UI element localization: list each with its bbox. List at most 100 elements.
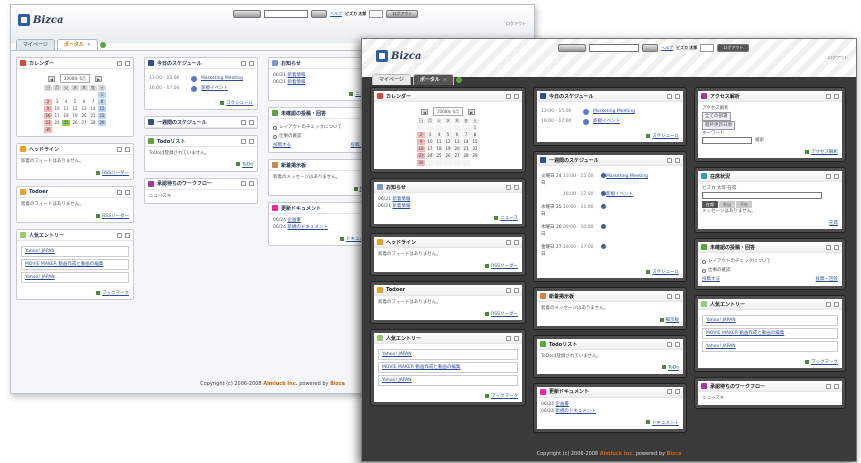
calendar-day[interactable]: 23 bbox=[417, 153, 425, 159]
maximize-icon[interactable] bbox=[675, 293, 680, 299]
doc-link[interactable]: 新規のドキュメント bbox=[555, 409, 596, 414]
maximize-icon[interactable] bbox=[514, 93, 519, 99]
calendar-day[interactable]: 13 bbox=[80, 106, 88, 112]
maximize-icon[interactable] bbox=[675, 157, 680, 163]
user-select[interactable] bbox=[369, 9, 384, 18]
calendar-day[interactable]: 24 bbox=[426, 153, 434, 159]
department-select[interactable]: 全ての部署 bbox=[702, 112, 731, 121]
calendar-day[interactable]: 18 bbox=[435, 146, 443, 152]
survey-option[interactable]: 仕事の確認 bbox=[273, 133, 373, 140]
calendar-day[interactable]: 3 bbox=[426, 132, 434, 138]
bookmark-link[interactable]: ブックマーク bbox=[811, 360, 838, 365]
prev-month-button[interactable]: ◀ bbox=[48, 75, 55, 82]
search-button[interactable] bbox=[642, 43, 658, 52]
popular-item[interactable]: Yahoo! JAPAN bbox=[378, 349, 518, 360]
minimize-icon[interactable] bbox=[826, 244, 831, 250]
calendar-day[interactable]: 21 bbox=[89, 113, 97, 119]
calendar-day[interactable]: 1 bbox=[471, 125, 479, 131]
add-tab-icon[interactable] bbox=[456, 77, 463, 83]
search-input[interactable] bbox=[589, 43, 639, 52]
maximize-icon[interactable] bbox=[249, 138, 254, 144]
admin-button[interactable] bbox=[233, 9, 261, 18]
todo-link[interactable]: ToDo bbox=[242, 163, 253, 168]
survey-option[interactable]: 仕事の確認 bbox=[702, 267, 838, 274]
logout-text[interactable]: ログアウト bbox=[828, 55, 848, 61]
maximize-icon[interactable] bbox=[514, 335, 519, 341]
calendar-day[interactable]: 27 bbox=[453, 153, 461, 159]
popular-item[interactable]: Yahoo! JAPAN bbox=[21, 272, 129, 283]
minimize-icon[interactable] bbox=[117, 146, 122, 152]
minimize-icon[interactable] bbox=[506, 239, 511, 245]
maximize-icon[interactable] bbox=[125, 146, 130, 152]
calendar-day[interactable]: 28 bbox=[462, 153, 470, 159]
minimize-icon[interactable] bbox=[241, 119, 246, 125]
calendar-day[interactable]: 29 bbox=[471, 153, 479, 159]
popular-item[interactable]: MOVIE MAKER 動画作成と動画の編集 bbox=[702, 328, 838, 339]
calendar-day[interactable]: 29 bbox=[98, 120, 106, 126]
minimize-icon[interactable] bbox=[506, 335, 511, 341]
tab-portal[interactable]: ポータル × bbox=[412, 74, 455, 85]
rss-reader-link[interactable]: RSSリーダー bbox=[102, 214, 129, 219]
maximize-icon[interactable] bbox=[514, 287, 519, 293]
add-tab-icon[interactable] bbox=[100, 42, 107, 48]
post-link[interactable]: 投稿する bbox=[702, 276, 720, 283]
calendar-day[interactable]: 14 bbox=[462, 139, 470, 145]
minimize-icon[interactable] bbox=[826, 301, 831, 307]
help-link[interactable]: ヘルプ bbox=[661, 45, 673, 51]
calendar-day[interactable]: 21 bbox=[462, 146, 470, 152]
survey-option[interactable]: レイアウトのチェックについて bbox=[702, 258, 838, 265]
search-button[interactable]: 検索 bbox=[755, 137, 764, 144]
close-icon[interactable]: × bbox=[443, 77, 447, 83]
calendar-day[interactable]: 16 bbox=[44, 113, 52, 119]
rss-reader-link[interactable]: RSSリーダー bbox=[102, 171, 129, 176]
tab-my-page[interactable]: マイページ bbox=[372, 74, 411, 85]
calendar-day[interactable]: 5 bbox=[444, 132, 452, 138]
calendar-day[interactable]: 11 bbox=[62, 106, 70, 112]
minimize-icon[interactable] bbox=[826, 93, 831, 99]
popular-item[interactable]: MOVIE MAKER 動画作成と動画の編集 bbox=[21, 259, 129, 270]
doc-link[interactable]: 企画書 bbox=[287, 218, 301, 223]
calendar-day[interactable]: 7 bbox=[89, 99, 97, 105]
calendar-day[interactable]: 10 bbox=[426, 139, 434, 145]
maximize-icon[interactable] bbox=[834, 173, 839, 179]
popular-item[interactable]: Yahoo! JAPAN bbox=[378, 375, 518, 386]
calendar-day[interactable]: 12 bbox=[444, 139, 452, 145]
event-link[interactable]: 新規イベント bbox=[201, 85, 228, 92]
next-month-button[interactable]: ▶ bbox=[468, 108, 475, 115]
calendar-day[interactable]: 25 bbox=[435, 153, 443, 159]
minimize-icon[interactable] bbox=[667, 293, 672, 299]
minimize-icon[interactable] bbox=[826, 383, 831, 389]
maximize-icon[interactable] bbox=[834, 301, 839, 307]
bookmark-link[interactable]: ブックマーク bbox=[102, 291, 129, 296]
minimize-icon[interactable] bbox=[667, 341, 672, 347]
maximize-icon[interactable] bbox=[675, 93, 680, 99]
calendar-day[interactable]: 24 bbox=[53, 120, 61, 126]
calendar-day[interactable]: 25 bbox=[62, 120, 70, 126]
rss-reader-link[interactable]: RSSリーダー bbox=[491, 312, 518, 317]
logout-button[interactable]: ログアウト bbox=[386, 9, 419, 18]
survey-option[interactable]: レイアウトのチェックについて bbox=[273, 124, 373, 131]
notice-link[interactable]: 新着情報 bbox=[392, 204, 410, 209]
maximize-icon[interactable] bbox=[249, 181, 254, 186]
calendar-day[interactable]: 1 bbox=[98, 92, 106, 98]
maximize-icon[interactable] bbox=[675, 341, 680, 347]
powered-brand[interactable]: Bizca bbox=[667, 451, 682, 457]
minimize-icon[interactable] bbox=[667, 93, 672, 99]
help-link[interactable]: ヘルプ bbox=[330, 11, 342, 17]
schedule-link[interactable]: スケジュール bbox=[652, 134, 679, 139]
calendar-day[interactable]: 8 bbox=[471, 132, 479, 138]
calendar-day[interactable]: 22 bbox=[98, 113, 106, 119]
presence-tab[interactable]: 外出 bbox=[719, 201, 735, 208]
popular-item[interactable]: Yahoo! JAPAN bbox=[702, 341, 838, 352]
calendar-day[interactable]: 4 bbox=[435, 132, 443, 138]
search-input[interactable] bbox=[264, 9, 308, 18]
calendar-day[interactable]: 27 bbox=[80, 120, 88, 126]
calendar-day[interactable]: 14 bbox=[89, 106, 97, 112]
minimize-icon[interactable] bbox=[241, 181, 246, 186]
tab-portal[interactable]: ポータル × bbox=[56, 39, 99, 50]
minimize-icon[interactable] bbox=[241, 60, 246, 66]
rss-reader-link[interactable]: RSSリーダー bbox=[491, 264, 518, 269]
radio-icon[interactable] bbox=[702, 259, 706, 264]
presence-tab[interactable]: 在席 bbox=[702, 201, 718, 208]
calendar-day[interactable]: 6 bbox=[453, 132, 461, 138]
